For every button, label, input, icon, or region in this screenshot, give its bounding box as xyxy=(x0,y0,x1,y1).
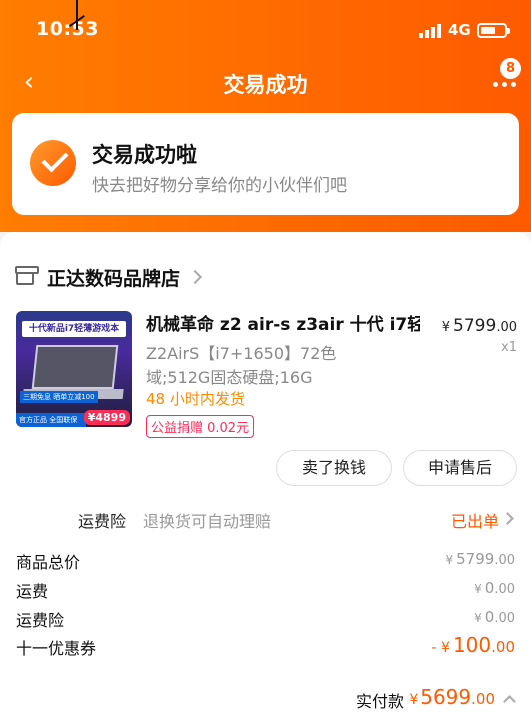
coupon-discount-value: - ¥100.00 xyxy=(431,633,515,657)
summary-value: ¥0.00 xyxy=(474,608,515,626)
paid-value: ¥5699.00 xyxy=(409,685,495,709)
insurance-desc: 退换货可自动理赔 xyxy=(143,512,272,531)
thumbnail-price: ¥4899 xyxy=(83,410,130,425)
laptop-image xyxy=(31,345,119,389)
shop-row[interactable]: 正达数码品牌店 xyxy=(15,262,203,292)
summary-row: 十一优惠券 - ¥100.00 xyxy=(0,633,531,661)
network-type: 4G xyxy=(448,21,471,39)
summary-label: 运费险 xyxy=(16,611,65,630)
order-card: 正达数码品牌店 十代新品i7轻薄游戏本 三期免息 晒单立减100 官方正品 全国… xyxy=(0,232,531,728)
summary-label: 商品总价 xyxy=(16,553,81,572)
paid-label: 实付款 xyxy=(355,692,404,711)
shipping-promise: 48 小时内发货 xyxy=(146,390,245,408)
summary-value: ¥5799.00 xyxy=(445,550,515,568)
product-thumbnail[interactable]: 十代新品i7轻薄游戏本 三期免息 晒单立减100 官方正品 全国联保 ¥4899 xyxy=(16,311,132,427)
shop-icon xyxy=(15,266,39,285)
product-spec: Z2AirS【i7+1650】72色域;512G固态硬盘;16G xyxy=(146,344,337,387)
summary-label: 十一优惠券 xyxy=(16,639,97,658)
summary-label: 运费 xyxy=(16,582,49,601)
summary-row: 运费险 ¥0.00 xyxy=(0,605,531,633)
insurance-status: 已出单 xyxy=(450,512,499,531)
battery-icon xyxy=(477,23,510,38)
paid-total-row[interactable]: 实付款 ¥5699.00 xyxy=(0,682,531,716)
success-subtitle: 快去把好物分享给你的小伙伴们吧 xyxy=(92,176,347,196)
summary-row: 运费 ¥0.00 xyxy=(0,576,531,604)
after-sale-button[interactable]: 申请售后 xyxy=(403,450,517,486)
nav-bar: ‹ 交易成功 8 xyxy=(0,58,531,106)
shipping-insurance-row[interactable]: 运费险 退换货可自动理赔 已出单 xyxy=(0,504,531,534)
signal-icon xyxy=(419,24,441,38)
thumbnail-official: 官方正品 全国联保 xyxy=(16,413,86,427)
mouse-cursor-icon xyxy=(76,0,78,30)
thumbnail-banner: 十代新品i7轻薄游戏本 xyxy=(22,321,126,337)
thumbnail-tag: 三期免息 晒单立减100 xyxy=(20,391,98,403)
chevron-right-icon xyxy=(501,512,514,525)
shop-name: 正达数码品牌店 xyxy=(47,267,181,290)
product-quantity: x1 xyxy=(501,340,517,355)
sell-button[interactable]: 卖了换钱 xyxy=(276,450,392,486)
product-price: ¥5799.00 xyxy=(441,316,517,336)
chevron-up-icon[interactable] xyxy=(503,695,516,708)
summary-value: ¥0.00 xyxy=(474,579,515,597)
success-card: 交易成功啦 快去把好物分享给你的小伙伴们吧 xyxy=(12,113,519,215)
chevron-right-icon xyxy=(187,269,203,285)
message-badge: 8 xyxy=(500,58,521,79)
charity-badge: 公益捐赠 0.02元 xyxy=(146,415,255,438)
check-circle-icon xyxy=(30,140,76,186)
success-title: 交易成功啦 xyxy=(92,143,197,167)
status-bar: 10:53 4G xyxy=(0,0,531,60)
insurance-label: 运费险 xyxy=(78,512,127,531)
product-title[interactable]: 机械革命 z2 air-s z3air 十代 i7轻 xyxy=(146,310,420,335)
summary-row: 商品总价 ¥5799.00 xyxy=(0,547,531,575)
page-title: 交易成功 xyxy=(223,73,308,97)
status-time: 10:53 xyxy=(36,18,99,40)
